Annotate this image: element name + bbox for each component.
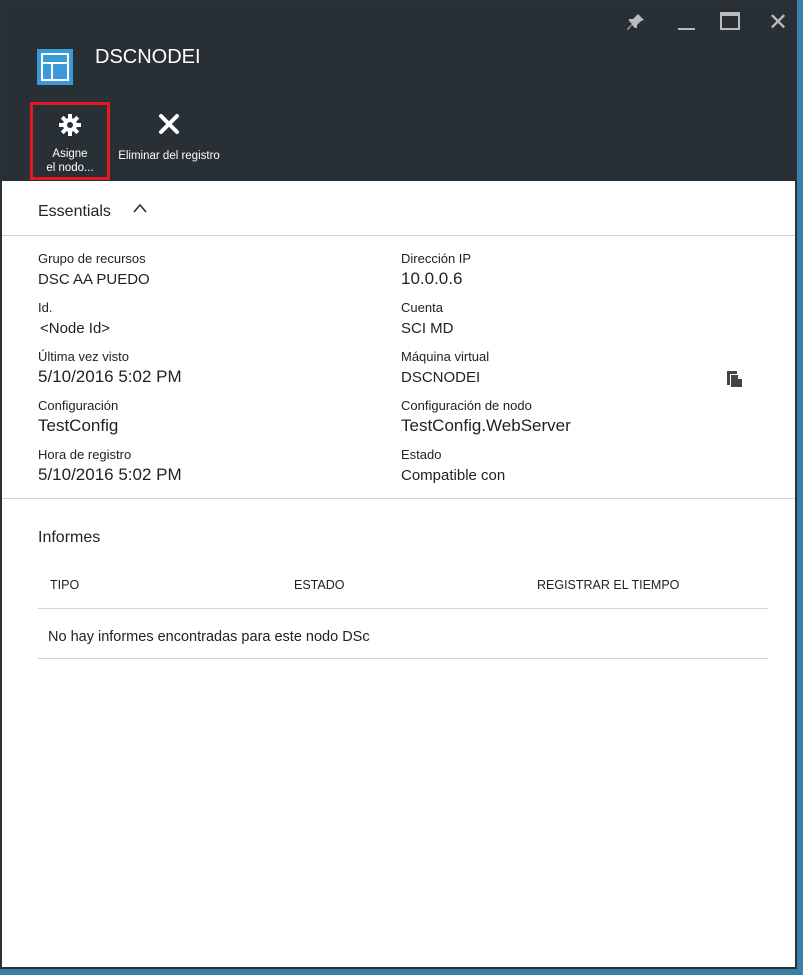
account-value[interactable]: SCI MD xyxy=(401,320,454,337)
ip-address-label: Dirección IP xyxy=(401,251,472,266)
node-blade: ✕ DSCNODEI Asigne el nodo... Eliminar de… xyxy=(0,0,797,969)
ip-address-value: 10.0.0.6 xyxy=(401,269,463,288)
assign-node-label: Asigne xyxy=(52,148,88,160)
copy-icon[interactable] xyxy=(726,368,744,388)
page-title: DSCNODEI xyxy=(95,46,201,68)
assign-node-button[interactable]: Asigne el nodo... xyxy=(30,102,110,180)
resource-group-label: Grupo de recursos xyxy=(38,251,146,266)
node-configuration-label: Configuración de nodo xyxy=(401,398,532,413)
column-header-time[interactable]: REGISTRAR EL TIEMPO xyxy=(537,578,679,592)
id-label: Id. xyxy=(38,300,53,315)
table-bottom-divider xyxy=(38,658,768,659)
essentials-header[interactable]: Essentials xyxy=(2,181,795,236)
status-value: Compatible con xyxy=(401,467,506,484)
table-header-divider xyxy=(38,608,768,609)
blade-header: ✕ DSCNODEI Asigne el nodo... Eliminar de… xyxy=(2,2,795,181)
configuration-label: Configuración xyxy=(38,398,119,413)
column-header-type[interactable]: TIPO xyxy=(50,578,79,592)
maximize-icon[interactable] xyxy=(720,12,740,34)
resource-group-value[interactable]: DSC AA PUEDO xyxy=(38,271,150,288)
id-value: <Node Id> xyxy=(40,320,111,337)
x-icon xyxy=(114,112,224,138)
account-label: Cuenta xyxy=(401,300,443,315)
reports-title: Informes xyxy=(38,529,101,546)
essentials-label: Essentials xyxy=(38,203,111,220)
registration-time-value: 5/10/2016 5:02 PM xyxy=(38,465,182,484)
unregister-button[interactable]: Eliminar del registro xyxy=(114,102,224,180)
assign-node-label-2: el nodo... xyxy=(46,162,94,174)
last-seen-label: Última vez visto xyxy=(38,349,130,364)
virtual-machine-label: Máquina virtual xyxy=(401,349,490,364)
status-label: Estado xyxy=(401,447,442,462)
chevron-up-icon[interactable] xyxy=(132,201,148,219)
minimize-icon[interactable] xyxy=(678,12,695,34)
last-seen-value: 5/10/2016 5:02 PM xyxy=(38,367,182,386)
pin-icon[interactable] xyxy=(626,12,646,36)
section-divider xyxy=(2,498,795,499)
virtual-machine-value[interactable]: DSCNODEI xyxy=(401,369,480,386)
column-header-status[interactable]: ESTADO xyxy=(294,578,344,592)
registration-time-label: Hora de registro xyxy=(38,447,132,462)
node-configuration-value[interactable]: TestConfig.WebServer xyxy=(401,416,571,436)
close-icon[interactable]: ✕ xyxy=(768,11,788,35)
configuration-value: TestConfig xyxy=(38,416,119,435)
gear-icon xyxy=(33,113,107,139)
empty-reports-message: No hay informes encontradas para este no… xyxy=(48,629,370,645)
dsc-node-icon xyxy=(36,48,74,86)
unregister-label: Eliminar del registro xyxy=(118,150,220,162)
